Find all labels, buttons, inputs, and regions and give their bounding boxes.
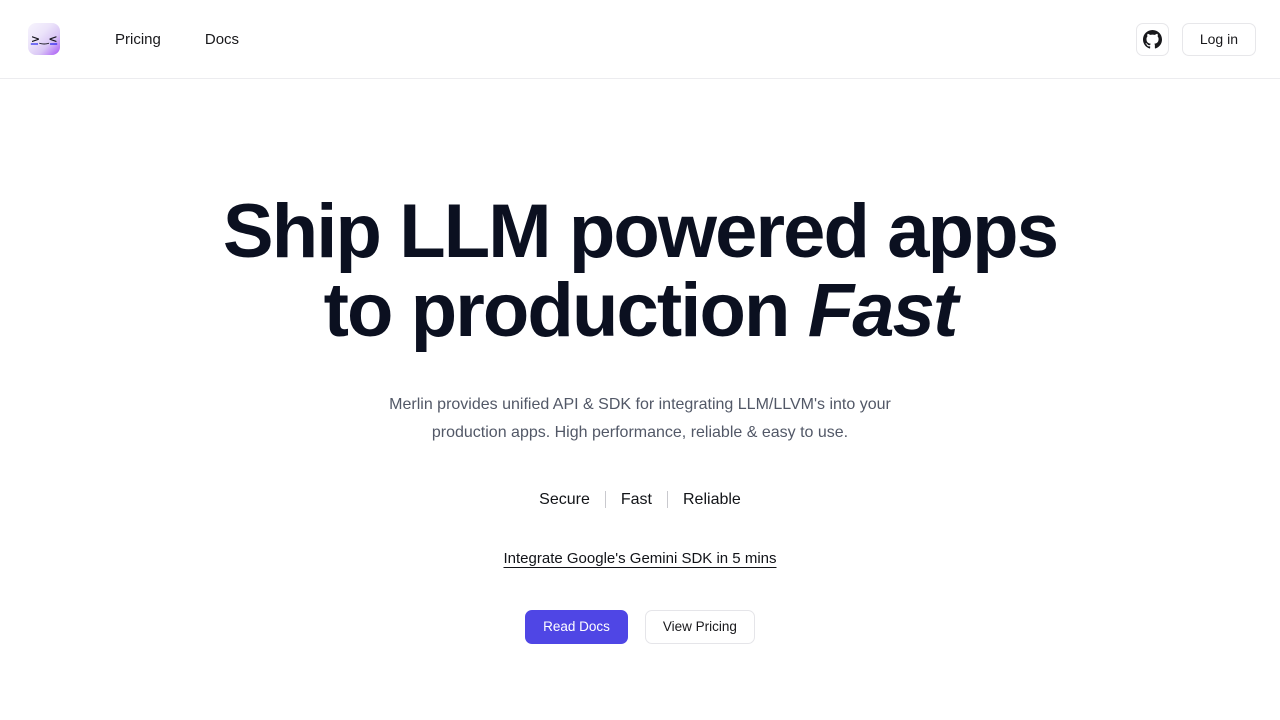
feature-divider	[604, 491, 606, 509]
hero-section: Ship LLM powered apps to production Fast…	[0, 79, 1280, 645]
feature-divider	[667, 491, 668, 509]
github-icon	[1142, 29, 1162, 49]
nav-link-docs[interactable]: Docs	[205, 32, 239, 47]
cta-row: Read Docs View Pricing	[525, 610, 755, 645]
feature-item-secure: Secure	[539, 490, 590, 508]
promo-link-wrap: Integrate Google's Gemini SDK in 5 mins	[504, 550, 777, 568]
promo-link-gemini-sdk[interactable]: Integrate Google's Gemini SDK in 5 mins	[504, 550, 777, 567]
feature-list: Secure Fast Reliable	[539, 490, 741, 509]
login-button[interactable]: Log in	[1181, 22, 1256, 56]
nav-link-pricing[interactable]: Pricing	[115, 32, 161, 47]
hero-title-line-1: Ship LLM powered apps	[222, 189, 1059, 274]
view-pricing-button[interactable]: View Pricing	[644, 610, 755, 645]
header-actions: Log in	[1135, 22, 1256, 56]
github-link[interactable]	[1135, 22, 1169, 56]
hero-subtitle: Merlin provides unified API & SDK for in…	[389, 396, 891, 442]
brand-logo[interactable]: >‿<	[28, 23, 60, 55]
site-header: >‿< Pricing Docs Log in	[0, 0, 1280, 79]
main-nav: Pricing Docs	[115, 32, 239, 47]
merlin-kaomoji-logo-icon: >‿<	[30, 32, 58, 45]
read-docs-button[interactable]: Read Docs	[525, 610, 628, 645]
hero-title-line-2-prefix: to production	[323, 268, 808, 354]
hero-title-emphasis: Fast	[807, 268, 959, 354]
page-title: Ship LLM powered apps to production Fast	[222, 189, 1059, 354]
feature-item-reliable: Reliable	[683, 490, 741, 508]
feature-item-fast: Fast	[620, 490, 652, 508]
